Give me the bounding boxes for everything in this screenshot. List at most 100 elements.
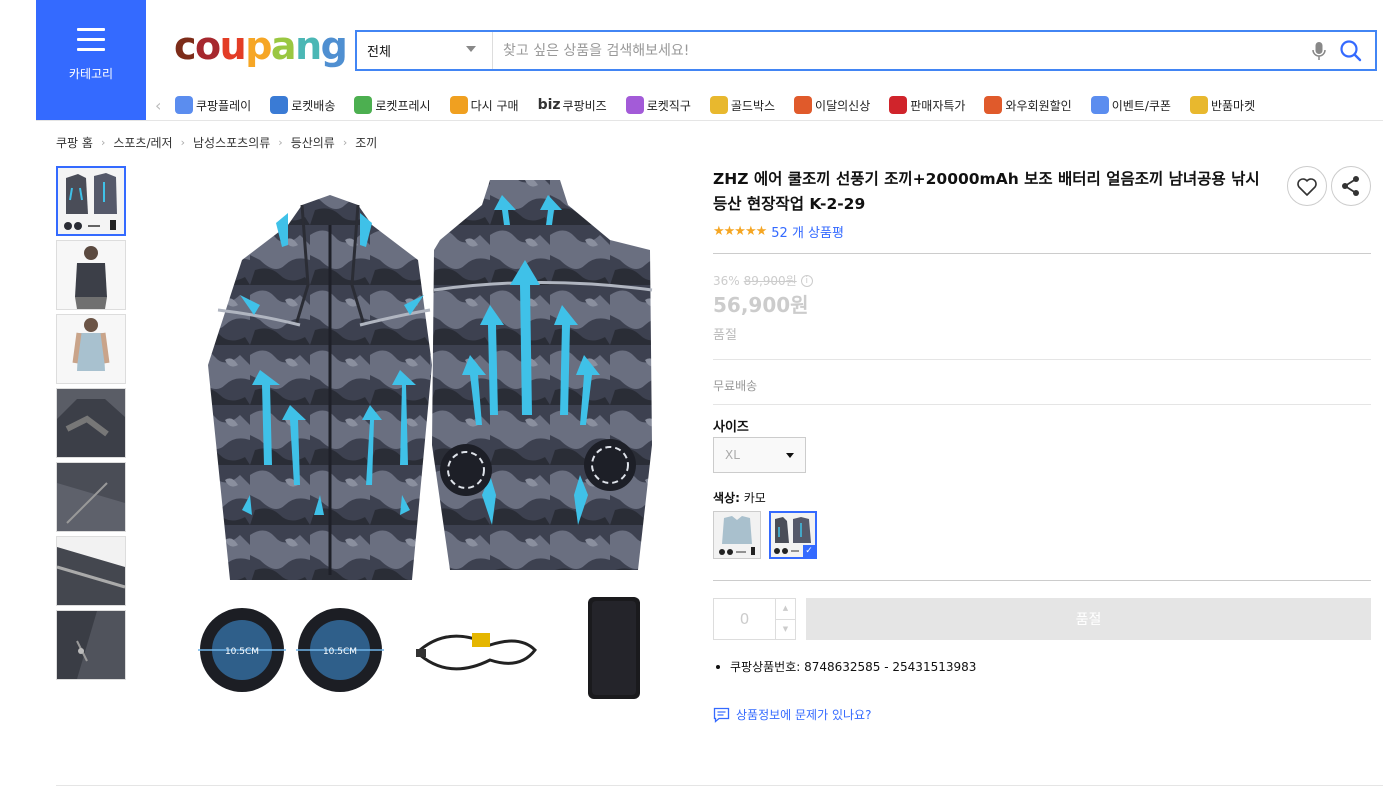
- search-input[interactable]: [493, 32, 1307, 69]
- logo-letter: p: [245, 24, 272, 68]
- logo-letter: o: [195, 24, 221, 68]
- report-link-text: 상품정보에 문제가 있나요?: [736, 708, 872, 722]
- color-option-gray[interactable]: [713, 511, 761, 559]
- thumbnail-1[interactable]: [56, 166, 126, 236]
- chevron-right-icon: ›: [342, 136, 348, 149]
- divider: [713, 580, 1371, 581]
- product-main-image[interactable]: 10.5CM 10.5CM: [190, 165, 670, 705]
- global-icon: [625, 96, 644, 114]
- breadcrumb-item[interactable]: 등산의류: [291, 134, 335, 151]
- color-label: 색상: 카모: [713, 489, 766, 506]
- coupon-icon: [1090, 96, 1109, 114]
- nav-item[interactable]: 골드박스: [709, 96, 776, 114]
- search-icon[interactable]: [1337, 37, 1365, 65]
- logo-letter: g: [320, 24, 348, 68]
- nav-item-label: 판매자특가: [910, 98, 966, 113]
- nav-item[interactable]: 로켓배송: [270, 96, 335, 114]
- category-label: 카테고리: [68, 67, 114, 81]
- rating-stars-icon: ★★★★★: [713, 224, 767, 239]
- nav-item[interactable]: 이벤트/쿠폰: [1090, 96, 1171, 114]
- nav-item[interactable]: 와우회원할인: [984, 96, 1072, 114]
- share-icon[interactable]: [1331, 166, 1371, 206]
- nav-item-label: 골드박스: [730, 98, 776, 113]
- product-number-text: 쿠팡상품번호: 8748632585 - 25431513983: [730, 660, 977, 674]
- quantity-value[interactable]: 0: [714, 599, 775, 639]
- category-menu-button[interactable]: 카테고리: [36, 0, 146, 120]
- microphone-icon[interactable]: [1307, 39, 1331, 63]
- thumbnail-5[interactable]: [56, 462, 126, 532]
- nav-item[interactable]: biz 쿠팡비즈: [538, 97, 607, 114]
- thumbnail-6[interactable]: [56, 536, 126, 606]
- nav-item-label: 로켓배송: [291, 98, 336, 113]
- svg-text:10.5CM: 10.5CM: [225, 647, 259, 657]
- new-icon: [794, 96, 813, 114]
- logo-letter: u: [219, 24, 247, 68]
- nav-item[interactable]: 쿠팡플레이: [175, 96, 251, 114]
- sale-price: 56,900원: [713, 293, 809, 317]
- product-rating[interactable]: ★★★★★ 52 개 상품평: [713, 222, 844, 241]
- footer-divider: [56, 785, 1383, 786]
- nav-item[interactable]: 로켓직구: [625, 96, 691, 114]
- color-option-camo[interactable]: ✓: [769, 511, 817, 559]
- quantity-arrows: ▲ ▼: [775, 599, 795, 639]
- heart-icon[interactable]: [1287, 166, 1327, 206]
- thumbnail-7[interactable]: [56, 610, 126, 680]
- search-category-value: 전체: [367, 45, 391, 60]
- chevron-up-icon[interactable]: ▲: [776, 599, 795, 620]
- color-value: 카모: [743, 491, 766, 505]
- divider: [713, 359, 1371, 360]
- quantity-stepper[interactable]: 0 ▲ ▼: [713, 598, 796, 640]
- nav-item-label: 쿠팡비즈: [562, 98, 607, 113]
- nav-item[interactable]: 로켓프레시: [354, 96, 431, 114]
- color-label-key: 색상:: [713, 491, 740, 505]
- svg-text:10.5CM: 10.5CM: [323, 647, 357, 657]
- nav-item-label: 이달의신상: [815, 98, 871, 113]
- nav-item-label: 반품마켓: [1210, 98, 1256, 113]
- nav-item[interactable]: 이달의신상: [794, 96, 870, 114]
- chevron-right-icon: ›: [278, 136, 283, 149]
- nav-item[interactable]: 다시 구매: [449, 96, 519, 114]
- buy-button[interactable]: 품절: [806, 598, 1371, 640]
- rocket-icon: [270, 96, 289, 114]
- breadcrumb-item[interactable]: 조끼: [355, 134, 377, 151]
- percent-icon: [889, 96, 908, 114]
- repurchase-icon: [449, 96, 468, 114]
- chevron-left-icon[interactable]: ‹: [155, 96, 175, 115]
- search-category-select[interactable]: 전체: [357, 32, 493, 69]
- nav-item[interactable]: 판매자특가: [889, 96, 965, 114]
- discount-info: 36% 89,900원 i: [713, 272, 813, 289]
- thumbnail-3[interactable]: [56, 314, 126, 384]
- bullet-icon: [716, 664, 720, 669]
- size-select[interactable]: XL: [713, 437, 806, 473]
- nav-item-label: 쿠팡플레이: [196, 98, 252, 113]
- thumbnail-2[interactable]: [56, 240, 126, 310]
- nav-item-label: 와우회원할인: [1005, 98, 1072, 113]
- chevron-down-icon: [786, 453, 794, 458]
- breadcrumb-item[interactable]: 쿠팡 홈: [56, 134, 93, 151]
- report-link[interactable]: 상품정보에 문제가 있나요?: [713, 706, 871, 723]
- biz-icon: biz: [537, 97, 561, 113]
- breadcrumb-item[interactable]: 스포츠/레저: [113, 134, 172, 151]
- thumbnail-4[interactable]: [56, 388, 126, 458]
- divider: [713, 404, 1371, 405]
- shortcut-nav: ‹ 쿠팡플레이 로켓배송 로켓프레시 다시 구매 biz 쿠팡비즈 로켓직구 골드박스 이달의신…: [155, 90, 1383, 120]
- chevron-down-icon[interactable]: ▼: [776, 620, 795, 640]
- product-title: ZHZ 에어 쿨조끼 선풍기 조끼+20000mAh 보조 배터리 얼음조끼 남…: [713, 170, 1260, 213]
- nav-item-label: 로켓직구: [646, 98, 691, 113]
- coupang-logo[interactable]: coupang: [174, 24, 348, 68]
- chevron-right-icon: ›: [180, 136, 185, 149]
- nav-item-label: 이벤트/쿠폰: [1111, 98, 1171, 113]
- review-count-link[interactable]: 52 개 상품평: [771, 222, 844, 241]
- goldbox-icon: [709, 96, 728, 114]
- chevron-down-icon: [466, 46, 476, 52]
- discount-rate: 36%: [713, 273, 740, 288]
- shipping-info: 무료배송: [713, 379, 758, 393]
- check-icon: ✓: [803, 545, 815, 557]
- info-icon[interactable]: i: [800, 274, 813, 287]
- nav-item[interactable]: 반품마켓: [1189, 96, 1256, 114]
- size-value: XL: [725, 448, 740, 462]
- header-divider: [36, 120, 1383, 121]
- thumbnail-list: [56, 166, 126, 684]
- breadcrumb-item[interactable]: 남성스포츠의류: [193, 134, 270, 151]
- wow-icon: [984, 96, 1003, 114]
